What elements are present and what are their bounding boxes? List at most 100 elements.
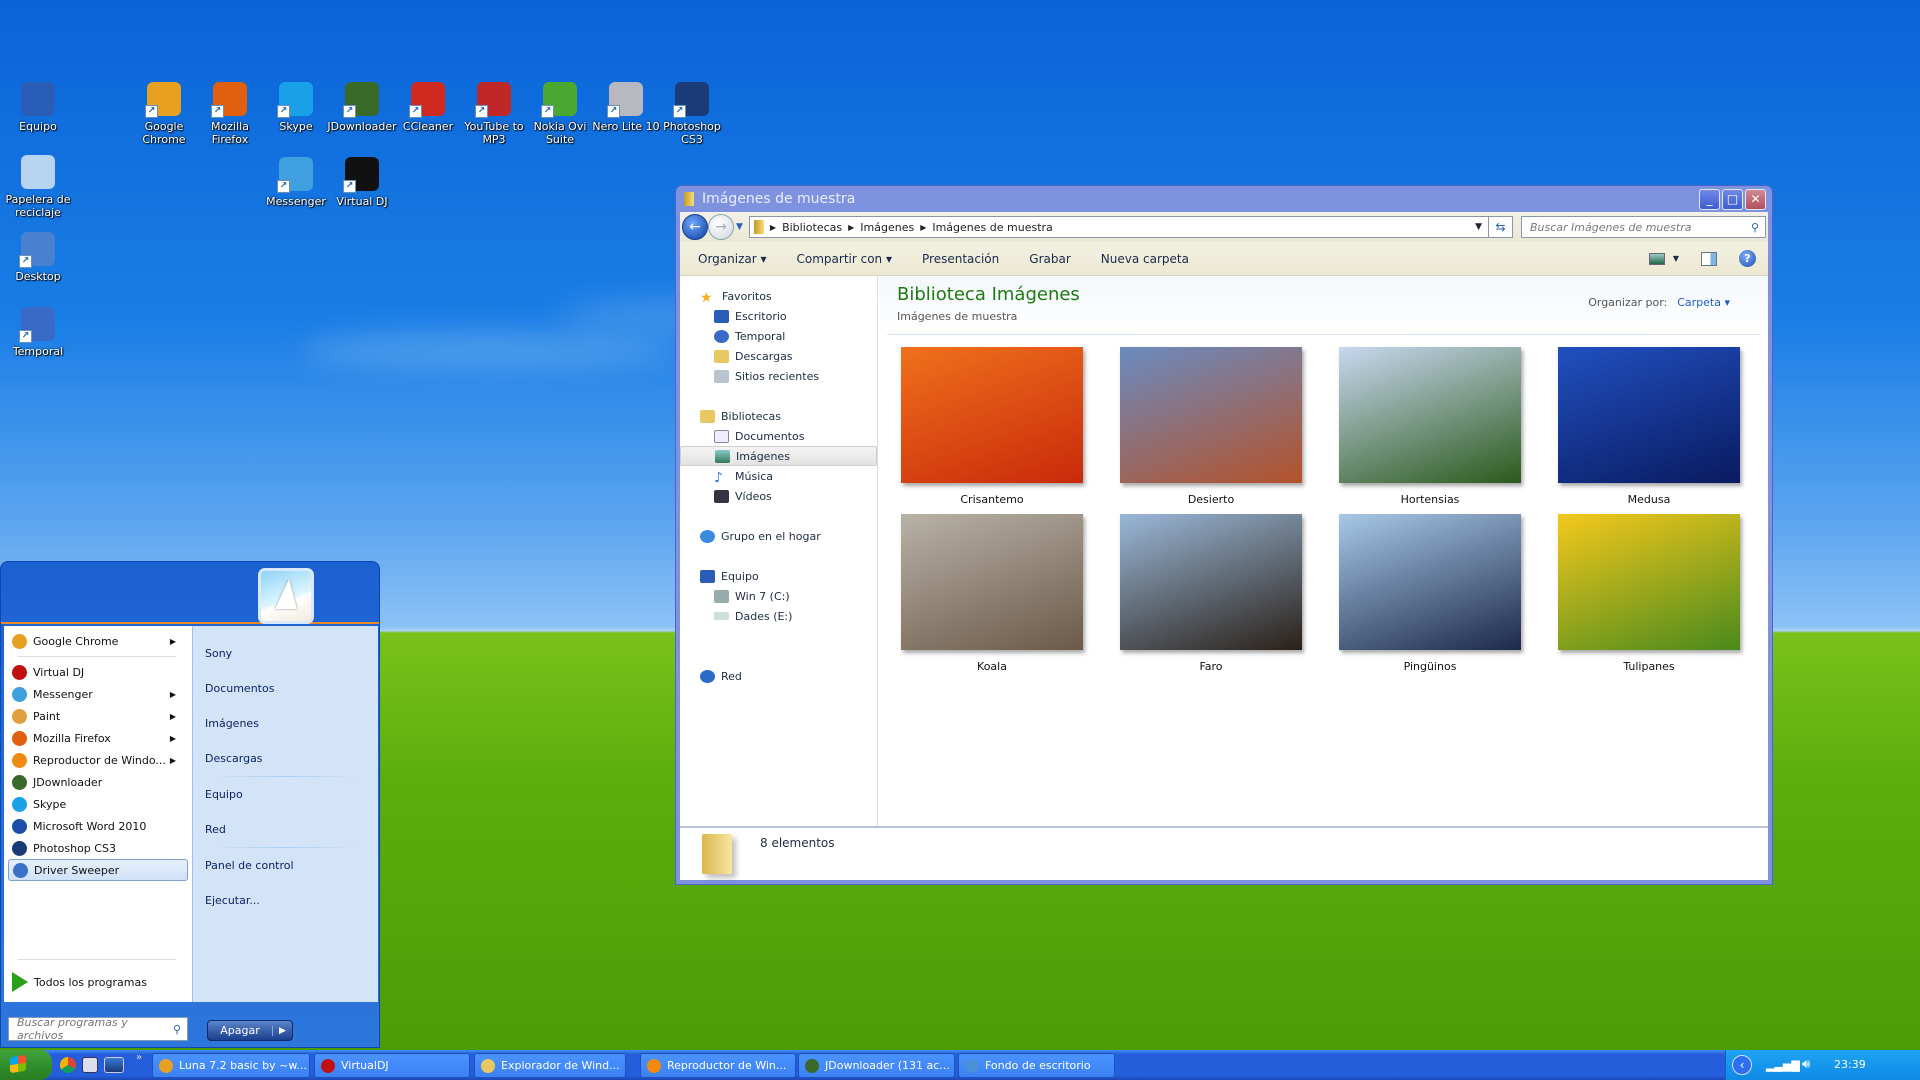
nav-network[interactable]: Red	[680, 666, 877, 686]
close-button[interactable]: ✕	[1745, 188, 1766, 210]
show-hidden-icons-button[interactable]: ‹	[1732, 1055, 1752, 1075]
program-item[interactable]: Messenger ▶	[4, 683, 192, 705]
search-icon[interactable]: ⚲	[1751, 221, 1759, 234]
shutdown-button[interactable]: Apagar ▶	[207, 1020, 293, 1041]
search-input[interactable]: Buscar Imágenes de muestra ⚲	[1521, 216, 1766, 238]
file-item[interactable]: Tulipanes	[1558, 514, 1740, 673]
file-item[interactable]: Medusa	[1558, 347, 1740, 506]
forward-button[interactable]: →	[708, 214, 734, 240]
quicklaunch-switch-windows-icon[interactable]	[82, 1057, 98, 1073]
help-icon[interactable]: ?	[1739, 250, 1756, 267]
file-item[interactable]: Pingüinos	[1339, 514, 1521, 673]
desktop-icon-jdownloader[interactable]: ↗ JDownloader	[324, 82, 400, 133]
nav-item-recent[interactable]: Sitios recientes	[680, 366, 877, 386]
preview-pane-icon[interactable]	[1701, 251, 1717, 266]
desktop-icon-equipo[interactable]: Equipo	[0, 82, 76, 133]
maximize-button[interactable]: □	[1722, 188, 1743, 210]
nav-favorites[interactable]: ★ Favoritos	[680, 286, 877, 306]
breadcrumb-item[interactable]: Imágenes de muestra	[932, 221, 1052, 234]
place-item[interactable]: Sony	[193, 636, 378, 671]
quicklaunch-chrome-icon[interactable]	[60, 1057, 76, 1073]
burn-button[interactable]: Grabar	[1029, 252, 1071, 266]
nav-item-desktop[interactable]: Escritorio	[680, 306, 877, 326]
new-folder-button[interactable]: Nueva carpeta	[1101, 252, 1189, 266]
place-item[interactable]: Documentos	[193, 671, 378, 706]
network-signal-icon[interactable]: ▂▃▅▇	[1766, 1059, 1800, 1072]
quicklaunch-show-desktop-icon[interactable]	[104, 1057, 124, 1073]
program-item[interactable]: Google Chrome ▶	[4, 630, 192, 652]
program-item[interactable]: Driver Sweeper	[8, 859, 188, 881]
place-item[interactable]: Red	[193, 812, 378, 847]
program-item[interactable]: JDownloader	[4, 771, 192, 793]
taskbar-button[interactable]: Fondo de escritorio	[958, 1053, 1115, 1078]
nav-item-videos[interactable]: Vídeos	[680, 486, 877, 506]
desktop-icon-youtube-to-mp3[interactable]: ↗ YouTube to MP3	[456, 82, 532, 146]
start-search-input[interactable]: Buscar programas y archivos ⚲	[8, 1016, 188, 1042]
place-item[interactable]: Panel de control	[193, 848, 378, 883]
taskbar-button[interactable]: Explorador de Wind...	[474, 1053, 626, 1078]
desktop-icon-messenger[interactable]: ↗ Messenger	[258, 157, 334, 208]
start-button[interactable]	[0, 1050, 52, 1080]
file-item[interactable]: Crisantemo	[901, 347, 1083, 506]
program-item[interactable]: Photoshop CS3	[4, 837, 192, 859]
program-item[interactable]: Paint ▶	[4, 705, 192, 727]
place-item[interactable]: Imágenes	[193, 706, 378, 741]
program-item[interactable]: Mozilla Firefox ▶	[4, 727, 192, 749]
all-programs-button[interactable]: Todos los programas	[12, 972, 147, 992]
taskbar-button[interactable]: JDownloader (131 ac...	[798, 1053, 955, 1078]
program-item[interactable]: Skype	[4, 793, 192, 815]
file-item[interactable]: Faro	[1120, 514, 1302, 673]
taskbar-button[interactable]: Luna 7.2 basic by ~w...	[152, 1053, 310, 1078]
desktop-icon-virtual-dj[interactable]: ↗ Virtual DJ	[324, 157, 400, 208]
desktop-icon-mozilla-firefox[interactable]: ↗ Mozilla Firefox	[192, 82, 268, 146]
breadcrumb-item[interactable]: Bibliotecas	[782, 221, 842, 234]
view-dropdown-icon[interactable]: ▼	[1673, 254, 1679, 263]
nav-item-pictures[interactable]: Imágenes	[680, 446, 877, 466]
share-with-button[interactable]: Compartir con ▾	[797, 252, 892, 266]
nav-computer[interactable]: Equipo	[680, 566, 877, 586]
nav-libraries[interactable]: Bibliotecas	[680, 406, 877, 426]
desktop-icon-skype[interactable]: ↗ Skype	[258, 82, 334, 133]
organize-button[interactable]: Organizar ▾	[698, 252, 767, 266]
back-button[interactable]: ←	[682, 214, 708, 240]
taskbar-button[interactable]: VirtualDJ	[314, 1053, 470, 1078]
file-item[interactable]: Hortensias	[1339, 347, 1521, 506]
quicklaunch-overflow[interactable]: »	[136, 1052, 142, 1063]
address-bar[interactable]: ▶ Bibliotecas ▶ Imágenes ▶ Imágenes de m…	[748, 216, 1489, 238]
desktop-icon-ccleaner[interactable]: ↗ CCleaner	[390, 82, 466, 133]
recent-pages-dropdown[interactable]: ▼	[736, 222, 743, 232]
desktop-icon-google-chrome[interactable]: ↗ Google Chrome	[126, 82, 202, 146]
shutdown-options-arrow[interactable]: ▶	[272, 1025, 292, 1036]
desktop-icon-papelera-de-reciclaje[interactable]: Papelera de reciclaje	[0, 155, 76, 219]
refresh-button[interactable]: ⇆	[1489, 216, 1513, 238]
place-item[interactable]: Descargas	[193, 741, 378, 776]
change-view-icon[interactable]	[1648, 252, 1665, 265]
nav-item-music[interactable]: ♪ Música	[680, 466, 877, 486]
place-item[interactable]: Ejecutar...	[193, 883, 378, 918]
desktop-icon-nero-lite-10[interactable]: ↗ Nero Lite 10	[588, 82, 664, 133]
place-item[interactable]: Equipo	[193, 777, 378, 812]
volume-icon[interactable]: 🔊︎	[1802, 1057, 1810, 1072]
desktop-icon-photoshop-cs3[interactable]: ↗ Photoshop CS3	[654, 82, 730, 146]
taskbar-button[interactable]: Reproductor de Win...	[640, 1053, 796, 1078]
arrange-by-dropdown[interactable]: Carpeta ▾	[1677, 296, 1730, 309]
desktop-icon-nokia-ovi-suite[interactable]: ↗ Nokia Ovi Suite	[522, 82, 598, 146]
nav-item-drive-c[interactable]: Win 7 (C:)	[680, 586, 877, 606]
user-avatar[interactable]	[258, 568, 314, 624]
nav-item-downloads[interactable]: Descargas	[680, 346, 877, 366]
file-item[interactable]: Koala	[901, 514, 1083, 673]
slideshow-button[interactable]: Presentación	[922, 252, 999, 266]
address-dropdown-icon[interactable]: ▼	[1475, 222, 1482, 232]
nav-homegroup[interactable]: Grupo en el hogar	[680, 526, 877, 546]
nav-item-drive-e[interactable]: Dades (E:)	[680, 606, 877, 626]
nav-item-temporal[interactable]: Temporal	[680, 326, 877, 346]
nav-item-documents[interactable]: Documentos	[680, 426, 877, 446]
search-icon[interactable]: ⚲	[173, 1023, 181, 1036]
program-item[interactable]: Reproductor de Windo... ▶	[4, 749, 192, 771]
explorer-titlebar[interactable]: Imágenes de muestra _ □ ✕	[680, 186, 1768, 212]
clock[interactable]: 23:39	[1834, 1058, 1866, 1071]
program-item[interactable]: Microsoft Word 2010	[4, 815, 192, 837]
breadcrumb-item[interactable]: Imágenes	[860, 221, 914, 234]
desktop-icon-temporal[interactable]: ↗ Temporal	[0, 307, 76, 358]
minimize-button[interactable]: _	[1699, 188, 1720, 210]
